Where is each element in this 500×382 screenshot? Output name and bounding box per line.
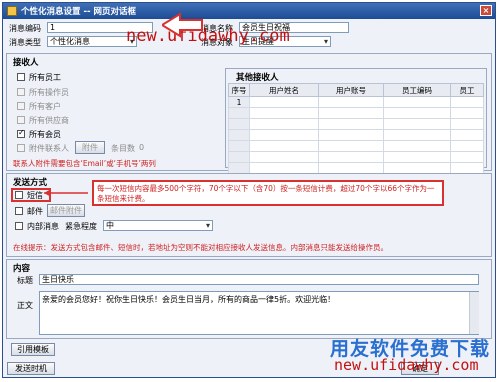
all-operators-label: 所有操作员 <box>29 88 69 97</box>
col-index: 序号 <box>228 83 250 97</box>
all-customers-checkbox[interactable] <box>17 102 25 110</box>
attachment-contacts-checkbox[interactable] <box>17 144 25 152</box>
title-label: 标题 <box>17 276 33 285</box>
table-row[interactable] <box>228 140 484 152</box>
template-button[interactable]: 引用模板 <box>11 343 55 356</box>
title-input[interactable]: 生日快乐 <box>39 274 479 285</box>
receivers-section: 接收人 所有员工 所有操作员 所有客户 所有供应商 所有会员 附件联系人 附件 … <box>6 53 492 174</box>
red-arrow-icon <box>162 12 203 38</box>
all-suppliers-checkbox[interactable] <box>17 116 25 124</box>
mail-checkbox[interactable] <box>15 207 23 215</box>
other-receivers-heading: 其他接收人 <box>236 73 279 83</box>
col-user-account: 用户账号 <box>318 83 384 97</box>
internal-message-checkbox[interactable] <box>15 222 23 230</box>
body-label: 正文 <box>17 301 33 310</box>
online-tip: 在线提示：发送方式包含邮件、短信时，若地址为空则不能对相应接收人发送信息。内部消… <box>13 243 388 252</box>
body-scrollbar[interactable] <box>469 292 479 334</box>
sms-checkbox[interactable] <box>15 191 23 199</box>
window-title: 个性化消息设置 -- 网页对话框 <box>21 7 136 17</box>
attachment-contacts-label: 附件联系人 <box>29 144 69 153</box>
watermark-url-bottom: new.ufidawhy.com <box>334 356 479 374</box>
table-row[interactable] <box>228 162 484 174</box>
attachment-hint: 联系人附件需要包含‘Email’或‘手机号’两列 <box>13 159 156 168</box>
content-section: 内容 标题 生日快乐 正文 亲爱的会员您好！祝你生日快乐！会员生日当月，所有的商… <box>6 259 492 339</box>
col-user-name: 用户姓名 <box>249 83 319 97</box>
receivers-heading: 接收人 <box>13 58 39 68</box>
watermark-url-top: new.ufidawhy.com <box>126 26 290 46</box>
all-members-checkbox[interactable] <box>17 128 25 138</box>
all-operators-checkbox[interactable] <box>17 88 25 96</box>
pointer-line-icon <box>44 189 88 197</box>
content-heading: 内容 <box>13 264 31 274</box>
all-employees-label: 所有员工 <box>29 73 61 82</box>
all-employees-checkbox[interactable] <box>17 73 25 81</box>
body-textarea[interactable]: 亲爱的会员您好！祝你生日快乐！会员生日当月，所有的商品一律5折。欢迎光临！ <box>39 291 479 335</box>
table-row[interactable] <box>228 107 484 119</box>
close-icon[interactable]: × <box>480 5 492 16</box>
col-employee-code: 员工编码 <box>383 83 451 97</box>
table-row[interactable] <box>228 129 484 141</box>
send-method-heading: 发送方式 <box>13 178 48 188</box>
internal-message-label: 内部消息 <box>27 222 59 231</box>
urgency-select[interactable]: 中 <box>103 220 213 231</box>
other-receivers-table[interactable]: 序号 用户姓名 用户账号 员工编码 员工 1 <box>228 83 484 174</box>
count-label: 条目数 <box>111 144 135 153</box>
attach-button[interactable]: 附件 <box>75 141 105 154</box>
table-row[interactable] <box>228 118 484 130</box>
send-time-button[interactable]: 发送时机 <box>7 362 55 375</box>
other-receivers-section: 其他接收人 序号 用户姓名 用户账号 员工编码 员工 1 <box>225 68 487 174</box>
type-select[interactable]: 个性化消息 <box>47 36 137 47</box>
mail-attach-button[interactable]: 邮件附件 <box>47 204 85 217</box>
all-customers-label: 所有客户 <box>29 102 61 111</box>
code-label: 消息编码 <box>9 24 41 33</box>
table-row[interactable] <box>228 151 484 163</box>
sms-billing-note: 每一次短信内容最多500个字符，70个字以下（含70）按一条短信计费，超过70个… <box>92 180 444 206</box>
urgency-label: 紧急程度 <box>65 222 97 231</box>
col-employee: 员工 <box>450 83 484 97</box>
count-value: 0 <box>139 143 145 152</box>
all-suppliers-label: 所有供应商 <box>29 116 69 125</box>
title-bar: 个性化消息设置 -- 网页对话框 × <box>3 3 495 19</box>
app-icon <box>7 6 17 16</box>
type-label: 消息类型 <box>9 38 41 47</box>
table-row[interactable]: 1 <box>228 96 484 108</box>
sms-label: 短信 <box>27 191 43 200</box>
mail-label: 邮件 <box>27 207 43 216</box>
all-members-label: 所有会员 <box>29 130 61 139</box>
